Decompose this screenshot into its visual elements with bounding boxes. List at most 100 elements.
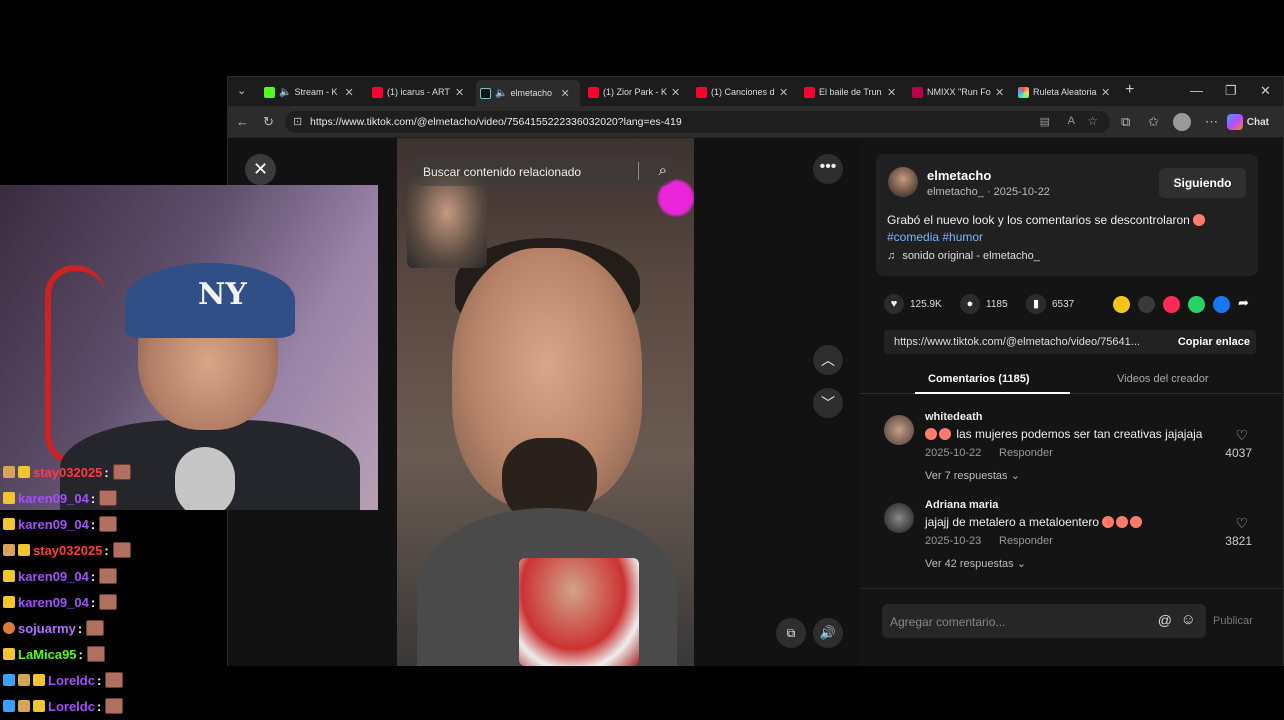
commenter-avatar[interactable] [884,415,914,445]
facebook-icon[interactable] [1213,296,1230,313]
chat-separator: : [90,516,96,532]
comment-composer: Agregar comentario... @ ☺ Publicar [860,588,1282,666]
view-replies-button[interactable]: Ver 7 respuestas ⌄ [925,469,1020,482]
following-button[interactable]: Siguiendo [1159,168,1246,198]
video-link[interactable]: https://www.tiktok.com/@elmetacho/video/… [894,336,1140,348]
tab-close-icon[interactable]: ✕ [887,86,896,99]
author-handle[interactable]: elmetacho_ [927,186,984,198]
browser-tab[interactable]: Ruleta Aleatoria ✕ [1014,81,1118,103]
tab-label: NMIXX "Run Fo [927,87,991,97]
address-bar[interactable]: ⊡ https://www.tiktok.com/@elmetacho/vide… [285,111,1110,133]
next-video-button[interactable]: ﹀ [813,388,843,418]
tab-creator-videos[interactable]: Videos del creador [1117,373,1209,385]
volume-button[interactable]: 🔊 [813,618,843,648]
back-icon[interactable]: ← [236,114,249,129]
minimize-icon[interactable]: — [1190,83,1203,98]
chat-username: karen09_04 [18,594,89,610]
reply-button[interactable]: Responder [999,535,1053,547]
view-replies-button[interactable]: Ver 42 respuestas ⌄ [925,557,1026,570]
hashtags[interactable]: #comedia #humor [887,230,983,244]
tab-close-icon[interactable]: ✕ [779,86,788,99]
more-menu-icon[interactable]: ⋯ [1205,114,1218,130]
tab-close-icon[interactable]: ✕ [560,87,569,100]
emote-icon [105,672,124,688]
gift-badge-icon [3,544,15,556]
comment-like-icon[interactable]: ♡ [1235,515,1248,532]
commenter-name[interactable]: whitedeath [925,411,982,423]
window-close-icon[interactable]: ✕ [1260,83,1271,99]
restore-icon[interactable]: ❐ [1225,83,1237,99]
search-placeholder: Buscar contenido relacionado [423,165,582,179]
browser-window: ⌄ 🔈 Stream - K ✕ (1) icarus - ART ✕ 🔈 el… [227,76,1284,666]
chat-username: karen09_04 [18,516,89,532]
tab-label: El baile de Trun [819,87,882,97]
reload-icon[interactable]: ↻ [263,114,274,130]
close-video-button[interactable]: ✕ [245,154,276,185]
comment-input[interactable]: Agregar comentario... @ ☺ [882,604,1206,638]
browser-tab-active[interactable]: 🔈 elmetacho ✕ [476,80,580,106]
profile-avatar[interactable] [1173,113,1191,131]
browser-tab[interactable]: NMIXX "Run Fo ✕ [908,81,1012,103]
speaker-icon: 🔈 [279,86,292,98]
chat-username: karen09_04 [18,568,89,584]
tab-close-icon[interactable]: ✕ [671,86,680,99]
floating-player-button[interactable]: ⧉ [776,618,806,648]
chat-username: LaMica95 [18,646,77,662]
related-search-bar[interactable]: Buscar contenido relacionado ⌕ [409,156,677,186]
comment-like-icon[interactable]: ♡ [1235,427,1248,444]
send-to-friend-icon[interactable] [1163,296,1180,313]
browser-tab[interactable]: (1) Zior Park - K ✕ [584,81,688,103]
whatsapp-icon[interactable] [1188,296,1205,313]
sub-badge-icon [3,518,15,530]
commenter-avatar[interactable] [884,503,914,533]
comment-body: las mujeres podemos ser tan creativas ja… [956,427,1203,441]
reply-button[interactable]: Responder [999,447,1053,459]
more-options-button[interactable]: ••• [813,154,843,184]
tab-close-icon[interactable]: ✕ [1101,86,1110,99]
commenter-name[interactable]: Adriana maria [925,499,998,511]
repost-icon[interactable] [1113,296,1130,313]
browser-tab[interactable]: El baile de Trun ✕ [800,81,904,103]
tab-close-icon[interactable]: ✕ [995,86,1004,99]
emoji-icon [1193,214,1206,226]
site-info-icon[interactable]: ⊡ [293,115,302,128]
comment-icon: ● [960,294,980,314]
like-button[interactable]: ♥ 125.9K [884,294,942,314]
author-name[interactable]: elmetacho [927,168,991,183]
emoji-picker-icon[interactable]: ☺ [1181,611,1196,628]
music-row[interactable]: ♫ sonido original - elmetacho_ [887,250,1040,262]
embed-icon[interactable] [1138,296,1155,313]
tab-list-icon[interactable]: ⌄ [237,84,246,97]
tab-label: (1) icarus - ART [387,87,450,97]
video-player[interactable]: Buscar contenido relacionado ⌕ [397,138,694,666]
author-avatar[interactable] [888,167,918,197]
previous-video-button[interactable]: ︿ [813,345,843,375]
tab-comments[interactable]: Comentarios (1185) [928,373,1029,385]
new-tab-icon[interactable]: + [1125,81,1134,99]
url-text[interactable]: https://www.tiktok.com/@elmetacho/video/… [310,116,682,128]
chat-separator: : [90,568,96,584]
comment-button[interactable]: ● 1185 [960,294,1008,314]
save-button[interactable]: ▮ 6537 [1026,294,1074,314]
tab-close-icon[interactable]: ✕ [455,86,464,99]
reader-mode-icon[interactable]: ▤ [1040,115,1050,128]
favorite-star-icon[interactable]: ☆ [1087,114,1098,128]
description-text: Grabó el nuevo look y los comentarios se… [887,213,1190,227]
comment-item: whitedeath las mujeres podemos ser tan c… [884,411,1256,491]
publish-button[interactable]: Publicar [1213,615,1253,627]
extensions-icon[interactable]: ⧉ [1121,114,1130,130]
share-more-icon[interactable]: ➦ [1238,295,1249,311]
tab-close-icon[interactable]: ✕ [344,86,353,99]
browser-tab[interactable]: (1) icarus - ART ✕ [368,81,472,103]
chat-separator: : [77,620,83,636]
browser-tab[interactable]: 🔈 Stream - K ✕ [260,81,364,103]
favorites-icon[interactable]: ✩ [1148,114,1159,130]
search-icon[interactable]: ⌕ [659,162,667,179]
copilot-chat-button[interactable]: Chat [1223,111,1275,133]
mention-icon[interactable]: @ [1158,612,1172,628]
emote-icon [99,568,118,584]
post-info-card: elmetacho elmetacho_ · 2025-10-22 Siguie… [876,154,1258,276]
copy-link-button[interactable]: Copiar enlace [1178,336,1250,348]
browser-tab[interactable]: (1) Canciones d ✕ [692,81,796,103]
translate-icon[interactable]: A [1068,115,1075,127]
